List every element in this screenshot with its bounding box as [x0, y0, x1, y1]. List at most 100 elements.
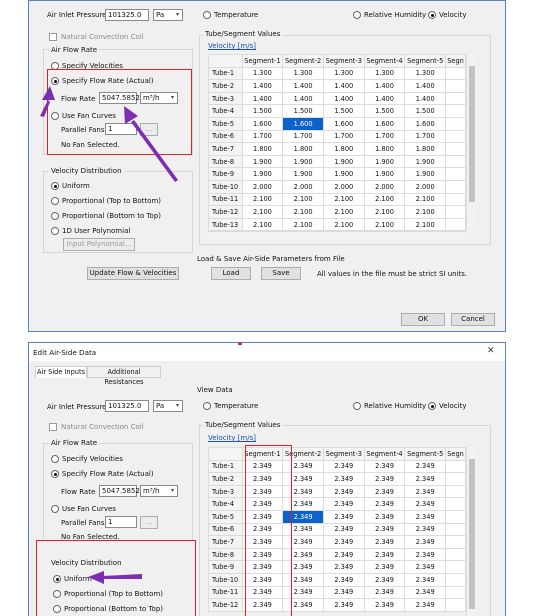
table-cell[interactable]: 1.900: [404, 167, 447, 181]
table-cell[interactable]: 1.600: [282, 116, 324, 131]
table-cell[interactable]: 2.349: [322, 509, 365, 524]
table-cell[interactable]: 2.349: [363, 535, 406, 549]
table-cell[interactable]: 1.900: [282, 167, 324, 181]
table-cell[interactable]: 2.100: [363, 217, 406, 232]
table-cell[interactable]: 1.900: [404, 154, 447, 169]
velocity-units-link[interactable]: Velocity [m/s]: [208, 434, 256, 442]
table-cell[interactable]: 2.349: [363, 572, 406, 587]
table-cell[interactable]: 2.100: [322, 217, 365, 232]
table-cell[interactable]: 1.800: [322, 142, 365, 156]
use-fan-curves-radio[interactable]: [51, 505, 59, 513]
table-cell[interactable]: 1.700: [363, 129, 406, 144]
view-temperature-radio[interactable]: [203, 402, 211, 410]
row-header[interactable]: Tube-11: [208, 192, 243, 207]
view-temperature-radio[interactable]: [203, 11, 211, 19]
table-cell[interactable]: 1.400: [363, 91, 406, 106]
table-cell[interactable]: 2.000: [241, 179, 284, 194]
table-cell[interactable]: 2.349: [363, 472, 406, 486]
column-header[interactable]: [208, 54, 243, 68]
table-cell[interactable]: 2.349: [404, 535, 447, 549]
table-cell[interactable]: 1.500: [404, 104, 447, 118]
table-cell[interactable]: 1.800: [241, 142, 284, 156]
table-cell[interactable]: 2.100: [241, 205, 284, 219]
tab-air-side-inputs[interactable]: Air Side Inputs: [35, 366, 87, 378]
table-cell[interactable]: 1.800: [363, 142, 406, 156]
table-cell[interactable]: 2.349: [404, 472, 447, 486]
table-cell[interactable]: 1.400: [282, 91, 324, 106]
scrollbar-thumb[interactable]: [469, 459, 475, 609]
row-header[interactable]: Tube-1: [208, 459, 243, 474]
column-header[interactable]: Segment-1: [241, 54, 284, 68]
table-cell[interactable]: 2.100: [241, 217, 284, 232]
table-cell[interactable]: 2.349: [322, 522, 365, 537]
table-vertical-scrollbar[interactable]: [466, 54, 477, 231]
table-cell[interactable]: 1.300: [322, 66, 365, 81]
table-cell[interactable]: 1.900: [322, 167, 365, 181]
save-button[interactable]: Save: [261, 267, 301, 280]
row-header[interactable]: Tube-9: [208, 167, 243, 181]
table-cell-partial[interactable]: [445, 522, 466, 537]
table-cell[interactable]: 2.100: [404, 217, 447, 232]
table-cell[interactable]: 2.349: [404, 560, 447, 574]
table-cell-partial[interactable]: [445, 472, 466, 486]
table-cell[interactable]: 2.100: [282, 205, 324, 219]
column-header[interactable]: Segment-3: [322, 447, 365, 461]
table-cell[interactable]: 2.349: [404, 509, 447, 524]
row-header[interactable]: Tube-11: [208, 585, 243, 600]
table-cell-partial[interactable]: [445, 116, 466, 131]
table-cell[interactable]: 1.400: [322, 79, 365, 93]
table-cell[interactable]: 2.349: [322, 472, 365, 486]
table-cell[interactable]: 1.500: [322, 104, 365, 118]
table-cell[interactable]: 1.700: [241, 129, 284, 144]
table-cell-partial[interactable]: [445, 535, 466, 549]
table-cell-partial[interactable]: [445, 509, 466, 524]
row-header[interactable]: Tube-10: [208, 572, 243, 587]
table-cell[interactable]: 1.400: [322, 91, 365, 106]
table-cell[interactable]: 2.349: [363, 560, 406, 574]
table-cell[interactable]: 1.600: [241, 116, 284, 131]
table-cell[interactable]: 2.349: [363, 522, 406, 537]
table-cell[interactable]: 1.900: [241, 154, 284, 169]
load-button[interactable]: Load: [211, 267, 251, 280]
view-relative-humidity-radio[interactable]: [353, 11, 361, 19]
table-cell[interactable]: 1.800: [404, 142, 447, 156]
table-cell[interactable]: 1.300: [282, 66, 324, 81]
row-header[interactable]: Tube-6: [208, 522, 243, 537]
table-cell[interactable]: 1.600: [322, 116, 365, 131]
table-cell[interactable]: 1.900: [241, 167, 284, 181]
table-cell[interactable]: 1.500: [282, 104, 324, 118]
table-cell[interactable]: 1.600: [363, 116, 406, 131]
specify-velocities-radio[interactable]: [51, 455, 59, 463]
column-header[interactable]: Segment-5: [404, 447, 447, 461]
table-cell[interactable]: 2.100: [404, 192, 447, 207]
table-cell-partial[interactable]: [445, 459, 466, 474]
table-cell[interactable]: 2.000: [404, 179, 447, 194]
row-header[interactable]: Tube-8: [208, 547, 243, 562]
row-header[interactable]: Tube-2: [208, 472, 243, 486]
table-cell[interactable]: 1.900: [322, 154, 365, 169]
ok-button[interactable]: OK: [401, 313, 445, 326]
column-header[interactable]: Segn: [445, 54, 466, 68]
table-cell[interactable]: 2.100: [404, 205, 447, 219]
parallel-fans-input[interactable]: 1: [105, 516, 137, 528]
table-cell[interactable]: 2.100: [363, 205, 406, 219]
table-cell[interactable]: 2.000: [322, 179, 365, 194]
table-cell-partial[interactable]: [445, 598, 466, 612]
table-cell[interactable]: 1.500: [363, 104, 406, 118]
flow-rate-unit-select[interactable]: m³/h ▾: [140, 485, 178, 497]
user-polynomial-radio[interactable]: [51, 227, 59, 235]
table-cell[interactable]: 2.100: [282, 217, 324, 232]
row-header[interactable]: Tube-7: [208, 535, 243, 549]
tab-additional-resistances[interactable]: Additional Resistances: [87, 366, 161, 386]
table-cell-partial[interactable]: [445, 66, 466, 81]
column-header[interactable]: Segment-5: [404, 54, 447, 68]
table-cell[interactable]: 2.349: [322, 547, 365, 562]
table-cell[interactable]: 1.300: [241, 66, 284, 81]
table-cell[interactable]: 1.900: [282, 154, 324, 169]
tube-segment-table[interactable]: Segment-1 Segment-2 Segment-3 Segment-4 Segm…: [208, 54, 466, 232]
table-cell[interactable]: 2.349: [322, 598, 365, 612]
table-cell[interactable]: 2.349: [404, 598, 447, 612]
table-cell-partial[interactable]: [445, 217, 466, 232]
row-header[interactable]: Tube-3: [208, 484, 243, 499]
uniform-radio[interactable]: [51, 182, 59, 190]
